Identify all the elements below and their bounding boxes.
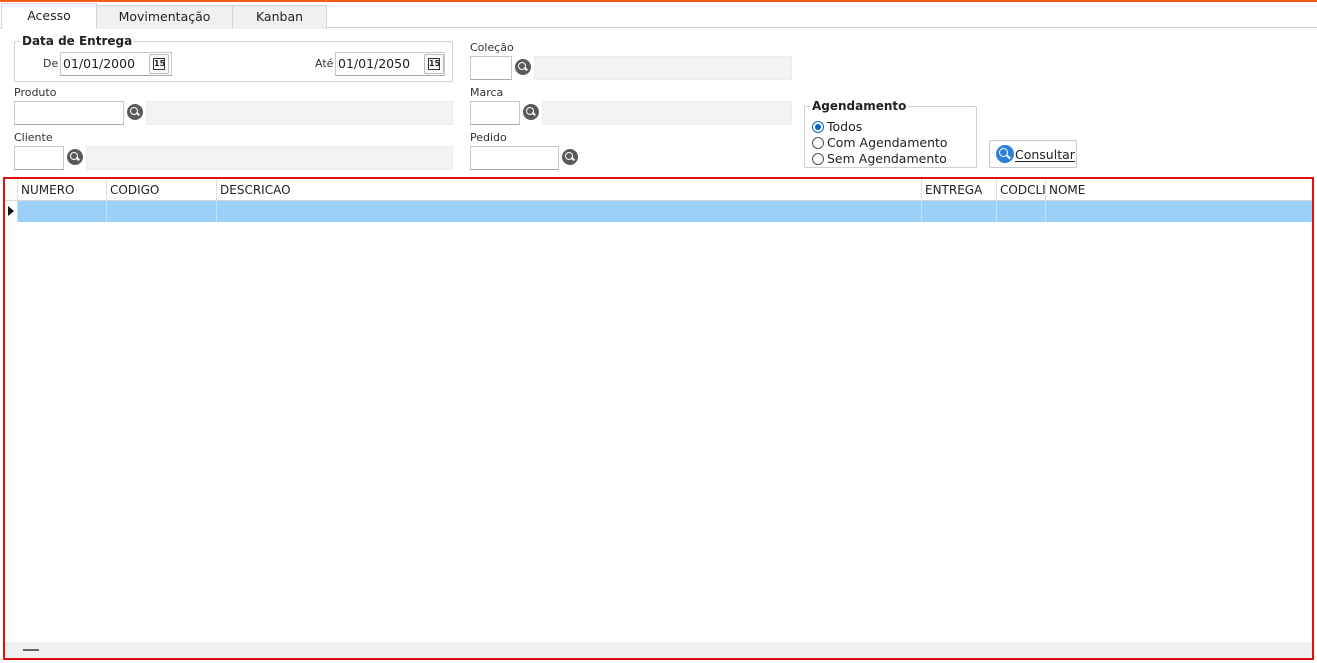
grid-footer (5, 642, 1312, 658)
de-label: De (43, 57, 59, 70)
pedido-search-icon[interactable] (562, 149, 578, 165)
column-header-entrega[interactable]: ENTREGA (921, 179, 996, 201)
de-calendar-button[interactable]: 15 (149, 54, 169, 74)
radio-empty-icon (812, 152, 824, 165)
cliente-label: Cliente (14, 131, 53, 144)
agendamento-title: Agendamento (810, 99, 909, 113)
column-header-descricao[interactable]: DESCRICAO (216, 179, 921, 201)
table-row[interactable] (17, 201, 1312, 222)
data-entrega-title: Data de Entrega (20, 34, 135, 48)
calendar-icon: 15 (153, 58, 166, 70)
ate-calendar-button[interactable]: 15 (424, 54, 444, 74)
colecao-label: Coleção (470, 41, 514, 54)
results-grid[interactable]: NUMERO CODIGO DESCRICAO ENTREGA CODCLI N… (3, 177, 1314, 660)
ate-label: Até (315, 57, 334, 70)
radio-sem-agendamento[interactable]: Sem Agendamento (812, 151, 947, 166)
marca-input[interactable] (470, 101, 520, 125)
column-header-codigo[interactable]: CODIGO (106, 179, 216, 201)
calendar-icon: 15 (428, 58, 441, 70)
cell-numero[interactable] (17, 201, 106, 222)
cliente-search-icon[interactable] (67, 149, 83, 165)
cell-codcli[interactable] (996, 201, 1045, 222)
cell-nome[interactable] (1045, 201, 1312, 222)
pedido-input[interactable] (470, 146, 559, 170)
footer-dash-icon (23, 649, 39, 651)
cliente-input[interactable] (14, 146, 64, 170)
cell-codigo[interactable] (106, 201, 216, 222)
cell-entrega[interactable] (921, 201, 996, 222)
radio-empty-icon (812, 136, 824, 149)
radio-com-agendamento[interactable]: Com Agendamento (812, 135, 948, 150)
colecao-input[interactable] (470, 56, 512, 80)
column-header-codcli[interactable]: CODCLI (996, 179, 1046, 201)
tab-bar: Acesso Movimentação Kanban (0, 2, 1317, 29)
cliente-description (86, 146, 453, 170)
row-indicator-icon (8, 206, 14, 216)
produto-label: Produto (14, 86, 57, 99)
cell-descricao[interactable] (216, 201, 921, 222)
search-icon (996, 145, 1014, 163)
column-header-numero[interactable]: NUMERO (17, 179, 106, 201)
colecao-description (534, 56, 792, 80)
tab-kanban[interactable]: Kanban (232, 5, 327, 29)
consultar-button[interactable]: Consultar (989, 140, 1077, 168)
radio-todos[interactable]: Todos (812, 119, 862, 134)
radio-todos-label: Todos (827, 119, 863, 134)
colecao-search-icon[interactable] (515, 59, 531, 75)
consultar-label: Consultar (1015, 146, 1075, 162)
marca-description (542, 101, 792, 125)
pedido-label: Pedido (470, 131, 507, 144)
tab-acesso[interactable]: Acesso (1, 3, 97, 29)
tab-movimentacao[interactable]: Movimentação (96, 5, 233, 29)
marca-label: Marca (470, 86, 504, 99)
grid-header: NUMERO CODIGO DESCRICAO ENTREGA CODCLI N… (5, 179, 1312, 201)
produto-input[interactable] (14, 101, 124, 125)
radio-sem-label: Sem Agendamento (827, 151, 947, 166)
marca-search-icon[interactable] (523, 104, 539, 120)
produto-search-icon[interactable] (127, 104, 143, 120)
radio-com-label: Com Agendamento (827, 135, 948, 150)
produto-description (146, 101, 453, 125)
column-header-nome[interactable]: NOME (1045, 179, 1312, 201)
radio-selected-icon (812, 120, 824, 133)
